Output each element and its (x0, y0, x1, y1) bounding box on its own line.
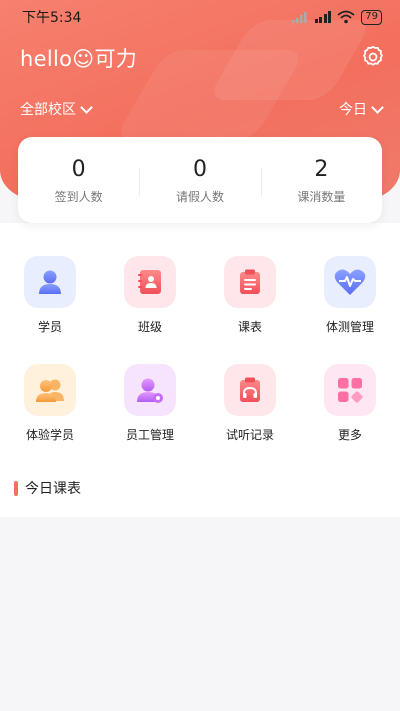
menu-label: 员工管理 (125, 428, 174, 442)
date-label: 今日 (339, 102, 367, 118)
more-icon (324, 364, 376, 416)
campus-label: 全部校区 (20, 102, 76, 118)
stat-value: 2 (314, 156, 329, 182)
stat-value: 0 (192, 156, 207, 182)
settings-gear-icon[interactable] (360, 44, 386, 70)
menu-item-students[interactable]: 学员 (0, 256, 100, 364)
menu-label: 体测管理 (325, 320, 374, 334)
signal-weak-icon (291, 12, 307, 23)
feature-grid: 学员 班级 课表 体测管理 体验学员 员工管理 试听记录 更多 (0, 256, 400, 472)
audition-icon (224, 364, 276, 416)
schedule-icon (224, 256, 276, 308)
stat-label: 请假人数 (175, 189, 224, 204)
stat-leave[interactable]: 0 请假人数 (139, 156, 260, 205)
stat-consumed[interactable]: 2 课消数量 (260, 156, 382, 205)
menu-label: 体验学员 (25, 428, 74, 442)
physical-test-icon (324, 256, 376, 308)
section-title: 今日课表 (25, 481, 81, 497)
stat-value: 0 (71, 156, 86, 182)
trial-student-icon (24, 364, 76, 416)
greeting-title: hello☺可力 (20, 47, 138, 71)
section-accent-bar (14, 480, 18, 496)
menu-item-classes[interactable]: 班级 (100, 256, 200, 364)
stat-signin[interactable]: 0 签到人数 (18, 156, 139, 205)
date-selector[interactable]: 今日 (339, 99, 384, 119)
battery-indicator: 79 (361, 9, 382, 25)
stat-label: 课消数量 (297, 189, 346, 204)
menu-item-schedule[interactable]: 课表 (200, 256, 300, 364)
signal-strong-icon (314, 11, 332, 23)
wifi-icon (337, 10, 355, 24)
menu-item-physical-test[interactable]: 体测管理 (300, 256, 400, 364)
menu-label: 试听记录 (225, 428, 274, 442)
menu-item-trial-students[interactable]: 体验学员 (0, 364, 100, 472)
menu-item-staff[interactable]: 员工管理 (100, 364, 200, 472)
campus-selector[interactable]: 全部校区 (20, 99, 93, 119)
class-icon (124, 256, 176, 308)
student-icon (24, 256, 76, 308)
staff-icon (124, 364, 176, 416)
menu-item-more[interactable]: 更多 (300, 364, 400, 472)
menu-item-audition[interactable]: 试听记录 (200, 364, 300, 472)
today-schedule-header: 今日课表 (14, 478, 81, 498)
chevron-down-icon (371, 100, 384, 114)
status-bar: 下午5:34 79 (0, 0, 400, 34)
status-time: 下午5:34 (22, 10, 82, 26)
stats-card: 0 签到人数 0 请假人数 2 课消数量 (18, 137, 382, 223)
stat-label: 签到人数 (54, 189, 103, 204)
menu-label: 学员 (37, 320, 62, 334)
menu-label: 更多 (337, 428, 362, 442)
menu-label: 课表 (237, 320, 262, 334)
chevron-down-icon (80, 100, 93, 114)
status-icons: 79 (291, 9, 382, 25)
menu-label: 班级 (137, 320, 162, 334)
